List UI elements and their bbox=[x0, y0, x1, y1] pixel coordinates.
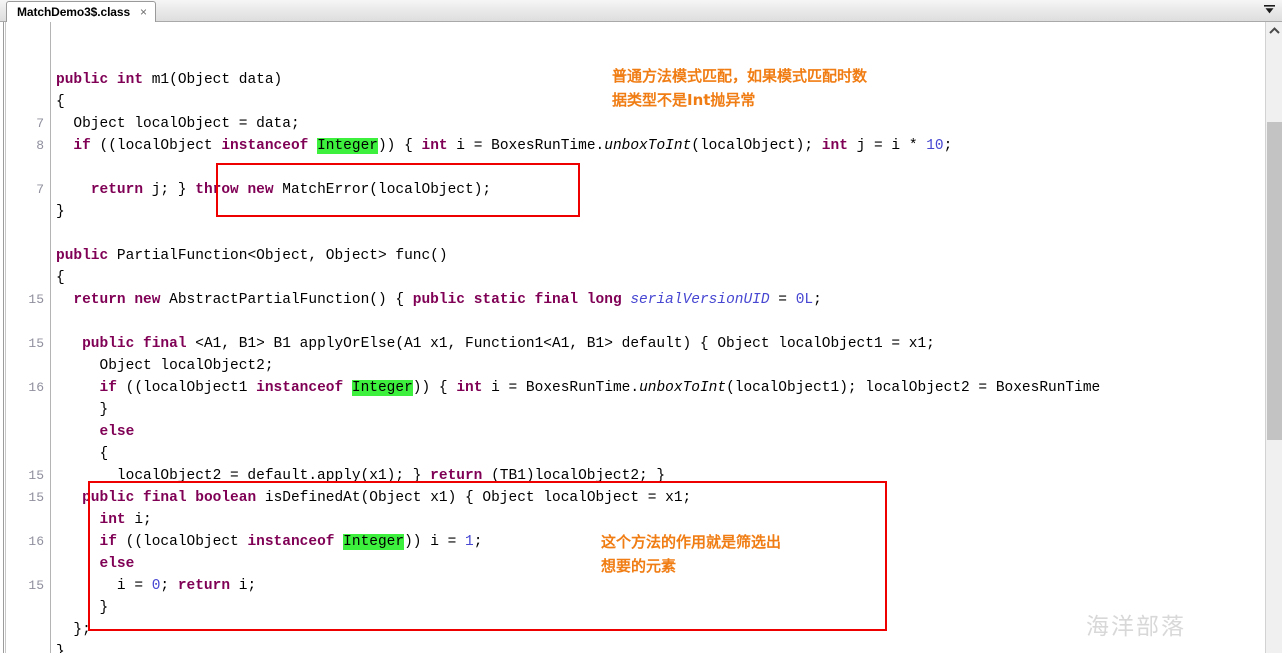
code-line: public PartialFunction<Object, Object> f… bbox=[56, 248, 448, 264]
code-line: } bbox=[56, 204, 65, 220]
code-line: } bbox=[56, 402, 109, 418]
gutter-separator bbox=[50, 22, 51, 653]
line-number: 16 bbox=[28, 534, 44, 549]
line-number: 15 bbox=[28, 490, 44, 505]
line-number: 15 bbox=[28, 292, 44, 307]
line-number: 16 bbox=[28, 380, 44, 395]
close-icon[interactable]: × bbox=[140, 6, 147, 18]
chevron-up-icon[interactable] bbox=[1266, 22, 1282, 39]
scrollbar-thumb[interactable] bbox=[1267, 122, 1282, 440]
line-number: 7 bbox=[36, 116, 44, 131]
code-line: if ((localObject instanceof Integer)) { … bbox=[73, 138, 953, 154]
redbox-isdefinedat bbox=[88, 481, 887, 631]
code-viewer-window: MatchDemo3$.class × 7 8 7 15 15 16 15 15 16 15 pu… bbox=[0, 0, 1282, 653]
line-number-gutter: 7 8 7 15 15 16 15 15 16 15 bbox=[6, 22, 50, 653]
code-line: { bbox=[56, 94, 65, 110]
code-line: public final <A1, B1> B1 applyOrElse(A1 … bbox=[82, 336, 935, 352]
code-line: if ((localObject1 instanceof Integer)) {… bbox=[99, 380, 1101, 396]
redbox-matcherror bbox=[216, 163, 580, 217]
watermark: 海洋部落 bbox=[1086, 614, 1186, 640]
code-line: { bbox=[56, 446, 109, 462]
vertical-scrollbar[interactable] bbox=[1265, 22, 1282, 653]
line-number: 15 bbox=[28, 578, 44, 593]
editor-area[interactable]: 7 8 7 15 15 16 15 15 16 15 public int m1(Object d… bbox=[0, 22, 1282, 653]
line-number: 7 bbox=[36, 182, 44, 197]
code-line: } bbox=[56, 644, 65, 653]
chevron-down-icon[interactable] bbox=[1260, 1, 1278, 19]
editor-left-rule bbox=[3, 22, 4, 653]
note-top: 普通方法模式匹配，如果模式匹配时数 据类型不是Int抛异常 bbox=[612, 67, 868, 109]
code-line: public int m1(Object data) bbox=[56, 72, 283, 88]
code-line: else bbox=[99, 424, 135, 440]
line-number: 15 bbox=[28, 336, 44, 351]
code-line: }; bbox=[56, 622, 91, 638]
line-number: 8 bbox=[36, 138, 44, 153]
code-line: { bbox=[56, 270, 65, 286]
code-line: Object localObject = data; bbox=[56, 116, 300, 132]
code-line: return new AbstractPartialFunction() { p… bbox=[73, 292, 822, 308]
tab-matchdemo3-class[interactable]: MatchDemo3$.class × bbox=[6, 1, 157, 22]
code-line: Object localObject2; bbox=[56, 358, 274, 374]
tab-bar: MatchDemo3$.class × bbox=[0, 0, 1282, 22]
line-number: 15 bbox=[28, 468, 44, 483]
tab-label: MatchDemo3$.class bbox=[17, 5, 131, 19]
